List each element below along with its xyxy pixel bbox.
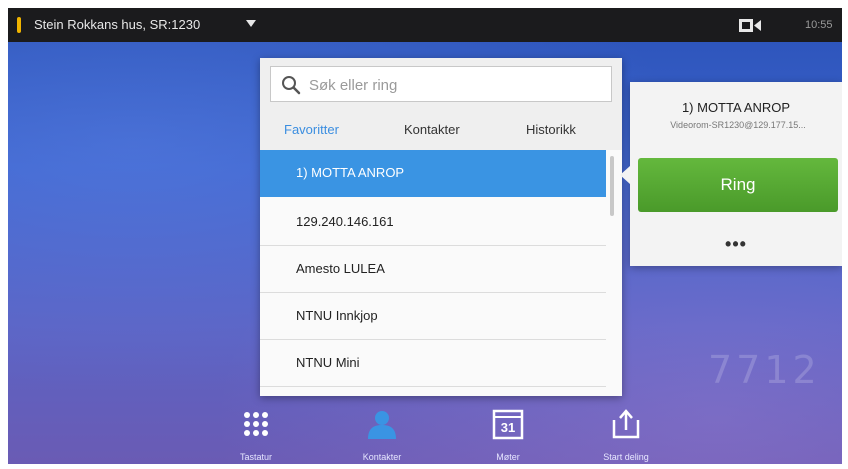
status-bar: Stein Rokkans hus, SR:1230 10:55 bbox=[8, 8, 842, 42]
list-item-label: NTNU Mini bbox=[296, 355, 360, 370]
list-item-label: 1) MOTTA ANROP bbox=[296, 165, 405, 180]
chevron-down-icon[interactable] bbox=[246, 20, 256, 27]
search-box[interactable] bbox=[270, 66, 612, 102]
more-options-button[interactable]: ••• bbox=[630, 234, 842, 255]
touch-screen: 7712 Stein Rokkans hus, SR:1230 10:55 Sø… bbox=[8, 8, 842, 464]
contact-list: 1) MOTTA ANROP 129.240.146.161 Amesto LU… bbox=[260, 150, 622, 396]
dock-label: Tastatur bbox=[239, 452, 272, 462]
search-input[interactable] bbox=[307, 73, 601, 97]
dock-contacts[interactable]: Kontakter bbox=[342, 406, 422, 464]
list-item[interactable]: 1) MOTTA ANROP bbox=[260, 150, 606, 197]
status-indicator bbox=[17, 17, 21, 33]
list-item[interactable]: 129.240.146.161 bbox=[260, 199, 606, 246]
dock-label: Kontakter bbox=[362, 452, 402, 462]
contact-detail-card: 1) MOTTA ANROP Videorom-SR1230@129.177.1… bbox=[630, 82, 842, 266]
tab-kontakter[interactable]: Kontakter bbox=[404, 122, 460, 137]
clock: 10:55 bbox=[805, 19, 833, 31]
contact-uri: Videorom-SR1230@129.177.15... bbox=[670, 120, 806, 130]
detail-pointer bbox=[620, 166, 630, 184]
tab-favoritter[interactable]: Favoritter bbox=[284, 122, 339, 137]
contacts-icon bbox=[368, 411, 396, 439]
list-item[interactable]: NTNU Mini bbox=[260, 340, 606, 387]
search-icon bbox=[282, 76, 301, 95]
scrollbar[interactable] bbox=[610, 156, 614, 216]
contact-name: 1) MOTTA ANROP bbox=[681, 100, 791, 115]
list-item[interactable]: NTNU Innkjop bbox=[260, 293, 606, 340]
calendar-day: 31 bbox=[500, 420, 516, 435]
share-icon bbox=[612, 409, 640, 439]
dock-label: Start deling bbox=[603, 452, 649, 462]
list-item-label: 129.240.146.161 bbox=[296, 214, 394, 229]
background-glare: 7712 bbox=[708, 348, 821, 392]
list-item-label: Amesto LULEA bbox=[296, 261, 385, 276]
camera-icon[interactable] bbox=[739, 19, 761, 32]
device-frame: 7712 Stein Rokkans hus, SR:1230 10:55 Sø… bbox=[0, 0, 848, 469]
dock-label: Møter bbox=[496, 452, 520, 462]
tab-historikk[interactable]: Historikk bbox=[526, 122, 576, 137]
dock-share[interactable]: Start deling bbox=[586, 406, 666, 464]
list-item-label: NTNU Innkjop bbox=[296, 308, 378, 323]
keypad-icon bbox=[244, 412, 268, 436]
list-item[interactable]: Amesto LULEA bbox=[260, 246, 606, 293]
call-button[interactable]: Ring bbox=[638, 158, 838, 212]
contact-tabs: Favoritter Kontakter Historikk bbox=[260, 112, 622, 148]
dock-meetings[interactable]: 31 Møter bbox=[468, 406, 548, 464]
room-title[interactable]: Stein Rokkans hus, SR:1230 bbox=[34, 17, 200, 32]
contacts-panel: Favoritter Kontakter Historikk 1) MOTTA … bbox=[260, 58, 622, 396]
dock-keypad[interactable]: Tastatur bbox=[216, 406, 296, 464]
